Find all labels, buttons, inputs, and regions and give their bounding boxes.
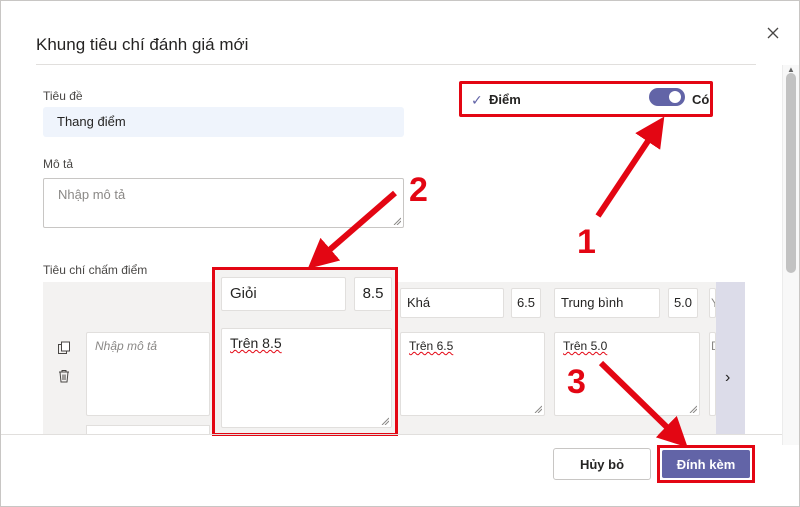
- annotation-number: 3: [567, 363, 586, 401]
- annotation-number: 1: [577, 223, 596, 261]
- arrow-2: [307, 190, 397, 269]
- annotation-arrows: [307, 116, 688, 448]
- arrow-1: [595, 116, 665, 218]
- rubric-dialog: Khung tiêu chí đánh giá mới ▲ Tiêu đề Th…: [0, 0, 800, 507]
- annotation-number: 2: [409, 171, 428, 209]
- arrow-3: [598, 360, 688, 448]
